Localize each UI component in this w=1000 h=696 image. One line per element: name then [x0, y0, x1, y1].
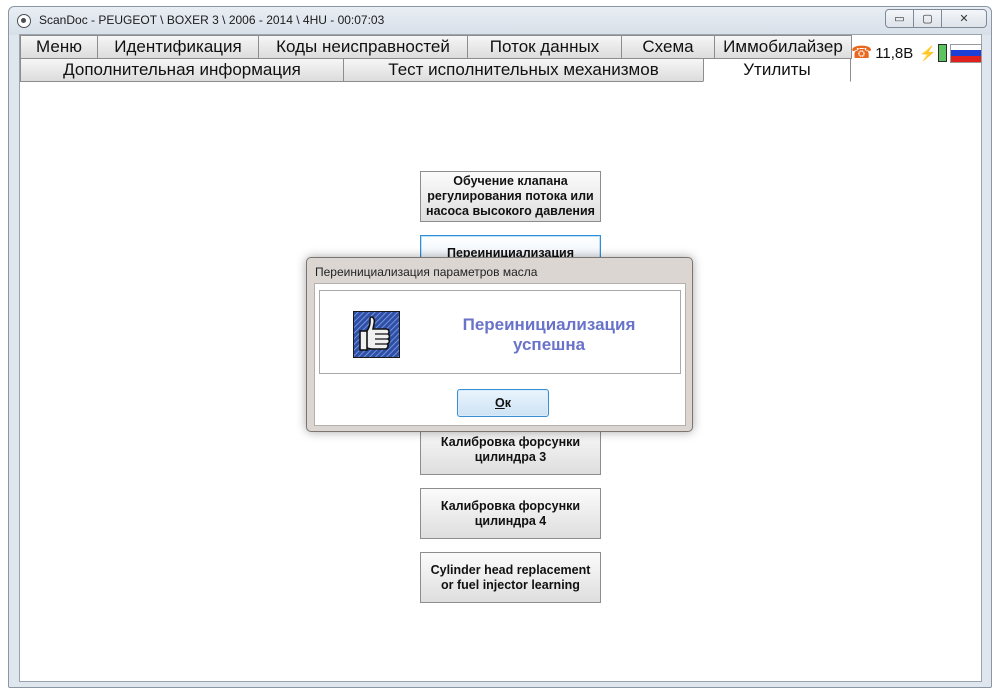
maximize-button[interactable]: ▢	[913, 9, 942, 28]
window-title: ScanDoc - PEUGEOT \ BOXER 3 \ 2006 - 201…	[39, 13, 385, 27]
close-button[interactable]: ✕	[941, 9, 987, 28]
maximize-icon: ▢	[922, 13, 933, 25]
tab-data-stream[interactable]: Поток данных	[467, 35, 622, 59]
battery-icon	[937, 44, 947, 62]
connection-status: ☎ 11,8В ⚡	[851, 41, 982, 65]
dialog-message: Переинициализация успешна	[462, 315, 636, 354]
phone-icon: ☎	[851, 43, 873, 62]
flag-stripe-red	[950, 55, 981, 62]
dialog-body: Переинициализация успешна Ок	[314, 283, 686, 426]
reinit-dialog: Переинициализация параметров масла Переи…	[306, 257, 693, 432]
tab-immobilizer[interactable]: Иммобилайзер	[714, 35, 852, 59]
ok-accel-letter: О	[495, 396, 505, 410]
dialog-message-box: Переинициализация успешна	[319, 290, 681, 374]
tab-row-secondary: Дополнительная информация Тест исполните…	[20, 58, 851, 82]
tab-row-main: Меню Идентификация Коды неисправностей П…	[20, 35, 852, 59]
language-flag-icon[interactable]	[949, 43, 982, 63]
ok-label-rest: к	[504, 396, 511, 410]
title-bar[interactable]: ScanDoc - PEUGEOT \ BOXER 3 \ 2006 - 201…	[9, 7, 991, 35]
tab-menu[interactable]: Меню	[20, 35, 98, 59]
close-icon: ✕	[959, 13, 969, 25]
tab-scheme[interactable]: Схема	[621, 35, 715, 59]
tab-utilities[interactable]: Утилиты	[703, 58, 851, 82]
dialog-title: Переинициализация параметров масла	[315, 265, 538, 279]
util-button-injector-cyl4[interactable]: Калибровка форсунки цилиндра 4	[420, 488, 601, 539]
tab-identification[interactable]: Идентификация	[97, 35, 259, 59]
window-controls: ▭ ▢ ✕	[885, 9, 987, 29]
tab-actuator-test[interactable]: Тест исполнительных механизмов	[343, 58, 704, 82]
app-logo-icon	[17, 14, 31, 28]
tab-fault-codes[interactable]: Коды неисправностей	[258, 35, 468, 59]
thumbs-up-icon	[353, 311, 400, 358]
minimize-button[interactable]: ▭	[885, 9, 914, 28]
plug-icon: ⚡	[919, 44, 937, 61]
battery-voltage: 11,8В	[875, 44, 914, 62]
util-button-cylinder-head[interactable]: Cylinder head replacement or fuel inject…	[420, 552, 601, 603]
minimize-icon: ▭	[894, 13, 905, 25]
ok-button[interactable]: Ок	[457, 389, 549, 417]
tab-additional-info[interactable]: Дополнительная информация	[20, 58, 344, 82]
util-button-hp-pump-learning[interactable]: Обучение клапана регулирования потока ил…	[420, 171, 601, 222]
